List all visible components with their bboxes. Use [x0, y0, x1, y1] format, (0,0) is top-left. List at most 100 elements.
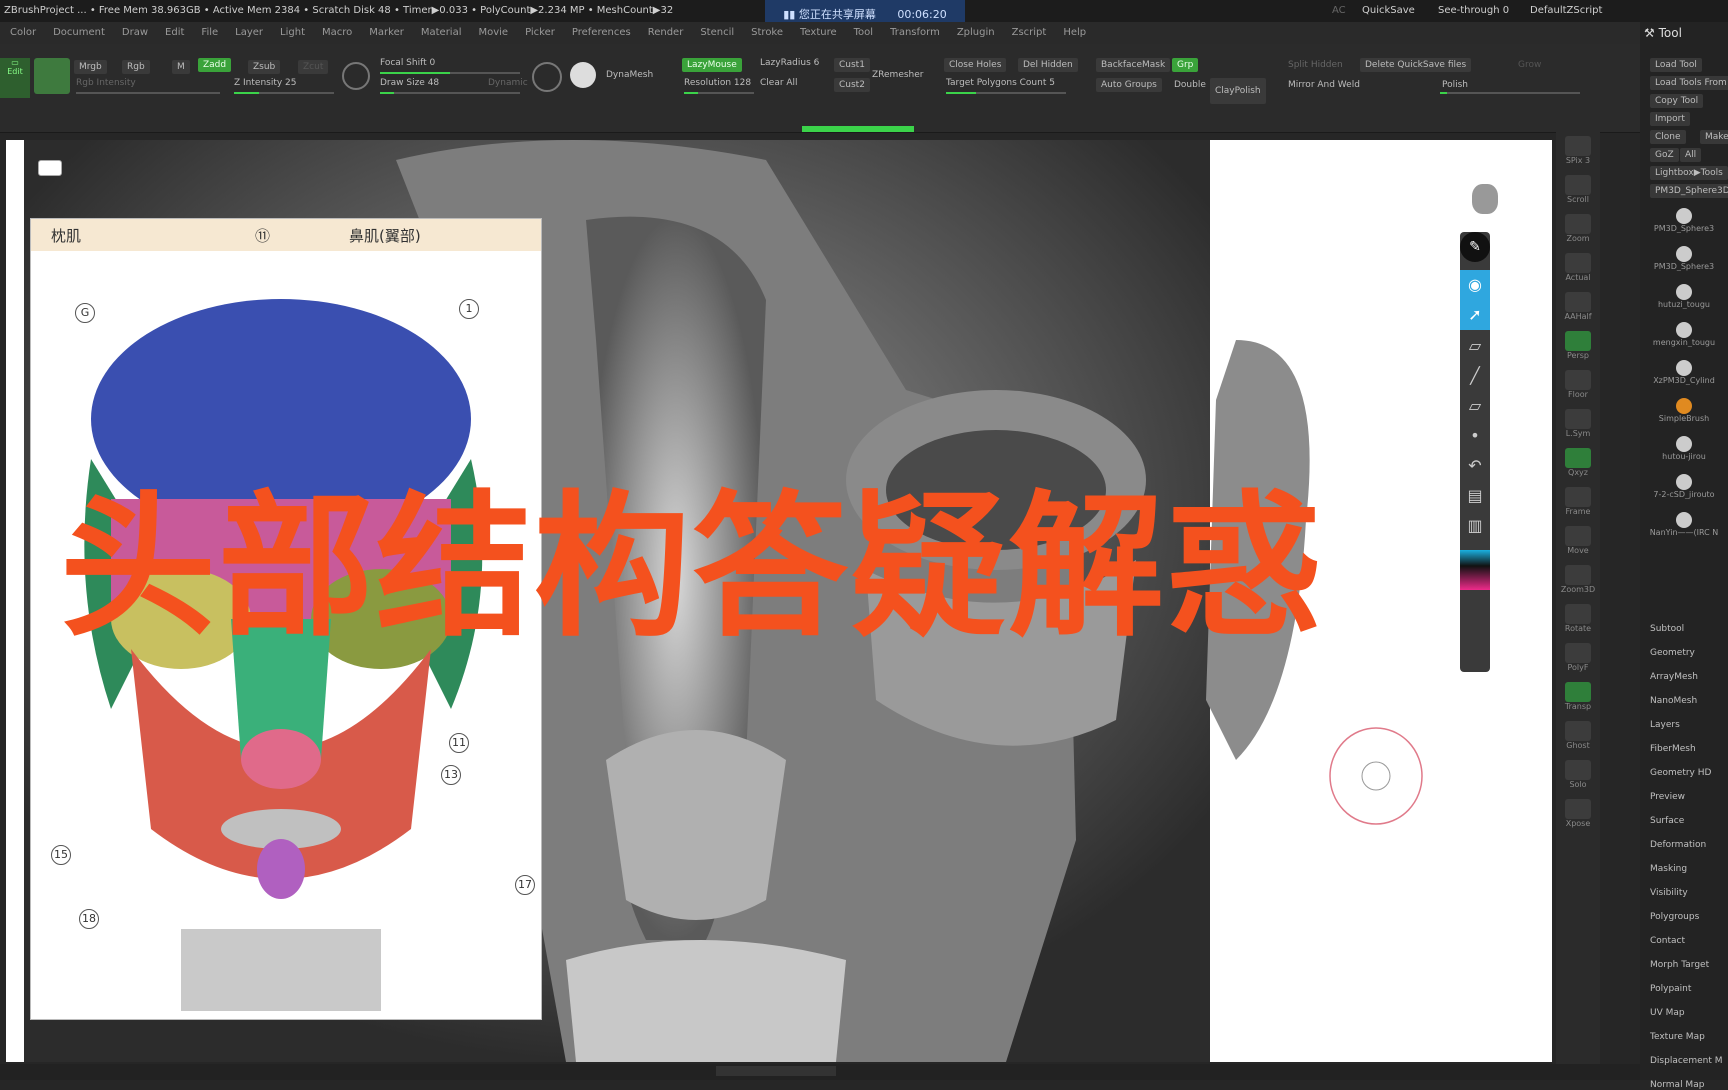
subpalette-deformation[interactable]: Deformation: [1650, 840, 1706, 850]
subpalette-geometry[interactable]: Geometry: [1650, 648, 1695, 658]
bottom-shelf-handle[interactable]: [716, 1066, 836, 1076]
draw-size-track[interactable]: [380, 92, 520, 94]
subpalette-normal-map[interactable]: Normal Map: [1650, 1080, 1704, 1090]
lazymouse-button[interactable]: LazyMouse: [682, 58, 742, 72]
tool-thumbnail[interactable]: 7-2-cSD_jirouto: [1644, 474, 1724, 510]
subpalette-uv-map[interactable]: UV Map: [1650, 1008, 1685, 1018]
subpalette-geometry-hd[interactable]: Geometry HD: [1650, 768, 1711, 778]
tool-button-9[interactable]: PM3D_Sphere3D: [1650, 184, 1728, 198]
shelf-button-floor[interactable]: Floor: [1560, 370, 1596, 404]
shelf-button-zoom[interactable]: Zoom: [1560, 214, 1596, 248]
zremesher-button[interactable]: ZRemesher: [872, 70, 924, 80]
target-polycount-slider[interactable]: Target Polygons Count 5: [946, 78, 1055, 88]
menu-item-document[interactable]: Document: [53, 27, 105, 38]
tool-button-3[interactable]: Import: [1650, 112, 1690, 126]
tool-button-5[interactable]: Make Po: [1700, 130, 1728, 144]
shelf-button-rotate[interactable]: Rotate: [1560, 604, 1596, 638]
menu-item-zplugin[interactable]: Zplugin: [957, 27, 995, 38]
tool-button-0[interactable]: Load Tool: [1650, 58, 1702, 72]
shelf-button-scroll[interactable]: Scroll: [1560, 175, 1596, 209]
subpalette-fibermesh[interactable]: FiberMesh: [1650, 744, 1696, 754]
clear-all-button[interactable]: Clear All: [760, 78, 798, 88]
subpalette-arraymesh[interactable]: ArrayMesh: [1650, 672, 1698, 682]
draw-size-slider[interactable]: Draw Size 48: [380, 78, 439, 88]
resolution-track[interactable]: [684, 92, 754, 94]
trash-icon[interactable]: ▤: [1460, 486, 1490, 516]
subpalette-nanomesh[interactable]: NanoMesh: [1650, 696, 1697, 706]
target-polycount-track[interactable]: [946, 92, 1066, 94]
draw-mode-button[interactable]: [34, 58, 70, 94]
quicksave-button[interactable]: QuickSave: [1362, 0, 1415, 22]
shelf-button-qxyz[interactable]: Qxyz: [1560, 448, 1596, 482]
menu-item-draw[interactable]: Draw: [122, 27, 148, 38]
rgb-button[interactable]: Rgb: [122, 60, 150, 74]
menu-item-stencil[interactable]: Stencil: [700, 27, 734, 38]
clipboard-icon[interactable]: ▥: [1460, 516, 1490, 546]
rgb-intensity-slider[interactable]: Rgb Intensity: [76, 78, 136, 88]
shelf-button-actual[interactable]: Actual: [1560, 253, 1596, 287]
del-hidden-button[interactable]: Del Hidden: [1018, 58, 1078, 72]
mirror-weld-button[interactable]: Mirror And Weld: [1288, 80, 1360, 90]
mrgb-button[interactable]: Mrgb: [74, 60, 107, 74]
zcut-button[interactable]: Zcut: [298, 60, 329, 74]
menu-item-zscript[interactable]: Zscript: [1012, 27, 1047, 38]
tool-button-6[interactable]: GoZ: [1650, 148, 1679, 162]
m-button[interactable]: M: [172, 60, 190, 74]
menu-item-marker[interactable]: Marker: [369, 27, 404, 38]
menu-item-layer[interactable]: Layer: [235, 27, 263, 38]
tool-thumbnail[interactable]: PM3D_Sphere3: [1644, 208, 1724, 244]
dynamic-label[interactable]: Dynamic: [488, 78, 528, 88]
menu-item-movie[interactable]: Movie: [478, 27, 508, 38]
seethrough-slider[interactable]: See-through 0: [1438, 0, 1509, 22]
tool-button-7[interactable]: All: [1680, 148, 1702, 162]
tool-thumbnail[interactable]: XzPM3D_Cylind: [1644, 360, 1724, 396]
polish-track[interactable]: [1440, 92, 1580, 94]
subpalette-displacement-m[interactable]: Displacement M: [1650, 1056, 1723, 1066]
menu-item-stroke[interactable]: Stroke: [751, 27, 783, 38]
shelf-button-xpose[interactable]: Xpose: [1560, 799, 1596, 833]
tool-thumbnail[interactable]: hutuzi_tougu: [1644, 284, 1724, 320]
tool-thumbnail[interactable]: mengxin_tougu: [1644, 322, 1724, 358]
subpalette-preview[interactable]: Preview: [1650, 792, 1685, 802]
subpalette-contact[interactable]: Contact: [1650, 936, 1685, 946]
subpalette-masking[interactable]: Masking: [1650, 864, 1687, 874]
subpalette-subtool[interactable]: Subtool: [1650, 624, 1684, 634]
subpalette-layers[interactable]: Layers: [1650, 720, 1680, 730]
tool-thumbnail[interactable]: SimpleBrush: [1644, 398, 1724, 434]
edit-button[interactable]: ▭ Edit: [0, 58, 30, 98]
menu-item-preferences[interactable]: Preferences: [572, 27, 631, 38]
auto-groups-button[interactable]: Auto Groups: [1096, 78, 1162, 92]
line-icon[interactable]: ╱: [1460, 366, 1490, 396]
zadd-button[interactable]: Zadd: [198, 58, 232, 72]
menu-item-macro[interactable]: Macro: [322, 27, 352, 38]
rgb-intensity-track[interactable]: [76, 92, 220, 94]
dot-icon[interactable]: •: [1460, 426, 1490, 456]
eraser-icon[interactable]: ▱: [1460, 336, 1490, 366]
grp-button[interactable]: Grp: [1172, 58, 1199, 72]
shelf-button-ghost[interactable]: Ghost: [1560, 721, 1596, 755]
subpalette-polypaint[interactable]: Polypaint: [1650, 984, 1691, 994]
claypolish-button[interactable]: ClayPolish: [1210, 78, 1266, 104]
shelf-button-transp[interactable]: Transp: [1560, 682, 1596, 716]
focal-shift-slider[interactable]: Focal Shift 0: [380, 58, 435, 68]
subpalette-texture-map[interactable]: Texture Map: [1650, 1032, 1705, 1042]
menu-item-material[interactable]: Material: [421, 27, 462, 38]
shelf-button-zoom3d[interactable]: Zoom3D: [1560, 565, 1596, 599]
shelf-button-spix-3[interactable]: SPix 3: [1560, 136, 1596, 170]
shelf-button-solo[interactable]: Solo: [1560, 760, 1596, 794]
default-zscript-button[interactable]: DefaultZScript: [1530, 0, 1602, 22]
shelf-button-aahalf[interactable]: AAHalf: [1560, 292, 1596, 326]
tool-thumbnail[interactable]: NanYin——(IRC N: [1644, 512, 1724, 548]
tool-button-1[interactable]: Load Tools From: [1650, 76, 1728, 90]
polish-slider[interactable]: Polish: [1442, 80, 1468, 90]
zsub-button[interactable]: Zsub: [248, 60, 281, 74]
resolution-slider[interactable]: Resolution 128: [684, 78, 751, 88]
tool-button-4[interactable]: Clone: [1650, 130, 1686, 144]
undo-icon[interactable]: ↶: [1460, 456, 1490, 486]
tool-button-2[interactable]: Copy Tool: [1650, 94, 1704, 108]
double-button[interactable]: Double: [1174, 80, 1206, 90]
subpalette-visibility[interactable]: Visibility: [1650, 888, 1688, 898]
menu-item-help[interactable]: Help: [1063, 27, 1086, 38]
color-swatch[interactable]: [1460, 550, 1490, 590]
backface-mask-button[interactable]: BackfaceMask: [1096, 58, 1171, 72]
